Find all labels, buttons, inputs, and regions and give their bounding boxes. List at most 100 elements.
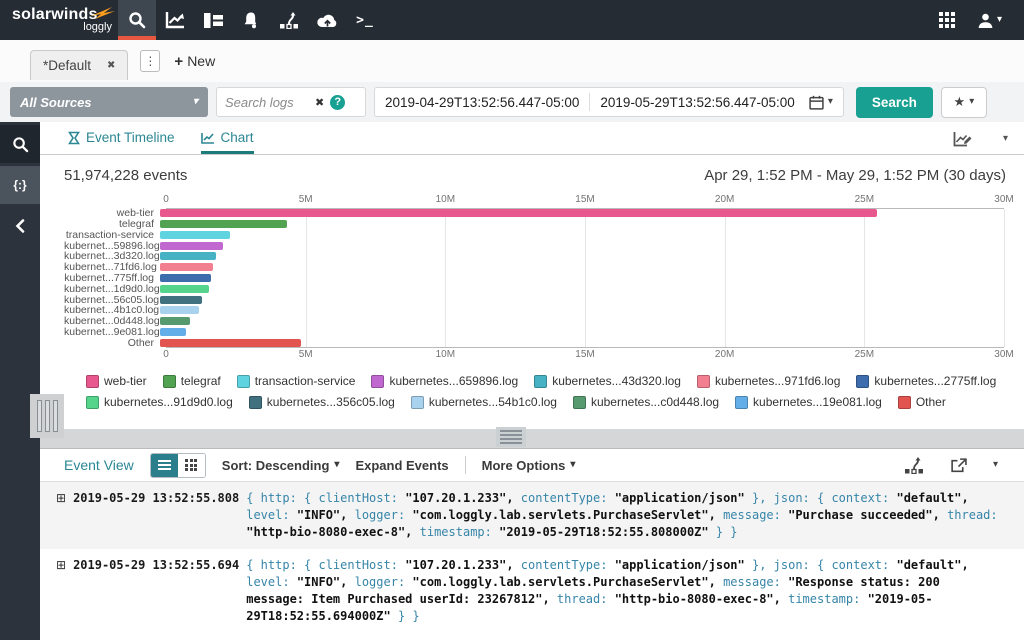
legend-swatch [735, 396, 748, 409]
chart-tab-icon [201, 132, 215, 144]
log-json-key: timestamp: [788, 592, 867, 606]
apps-grid-icon[interactable] [939, 12, 955, 28]
log-entry[interactable]: ⊞ 2019-05-29 13:52:55.808 { http: { clie… [40, 482, 1024, 549]
chart-row: Other [64, 338, 1004, 348]
flame-icon [90, 6, 116, 20]
horizontal-resize-grip[interactable] [30, 394, 64, 438]
chart-bar[interactable] [160, 274, 211, 282]
log-timestamp: 2019-05-29 13:52:55.694 [73, 557, 239, 574]
nav-alerts-bell-icon[interactable] [232, 0, 270, 40]
legend-item[interactable]: web-tier [86, 374, 147, 388]
tab-menu-button[interactable]: ⋮ [140, 50, 160, 72]
expand-events-button[interactable]: Expand Events [355, 458, 448, 473]
chart-bar[interactable] [160, 328, 186, 336]
legend-item[interactable]: kubernetes...54b1c0.log [411, 395, 557, 409]
chart-bar[interactable] [160, 220, 287, 228]
list-view-icon [158, 460, 171, 470]
nav-chart-icon[interactable] [156, 0, 194, 40]
export-icon[interactable] [950, 458, 967, 473]
legend-label: kubernetes...91d9d0.log [104, 395, 233, 409]
log-json-key: logger: [355, 575, 413, 589]
clear-search-icon[interactable]: ✖ [315, 96, 324, 109]
legend-item[interactable]: kubernetes...91d9d0.log [86, 395, 233, 409]
event-options-caret-icon[interactable]: ▾ [993, 460, 998, 470]
expand-icon[interactable]: ⊞ [56, 490, 66, 507]
date-from-value[interactable]: 2019-04-29T13:52:56.447-05:00 [385, 95, 579, 110]
legend-item[interactable]: kubernetes...43d320.log [534, 374, 681, 388]
log-json-key: } } [716, 525, 738, 539]
chart-bar[interactable] [160, 339, 301, 347]
calendar-picker[interactable]: ▾ [809, 95, 833, 110]
saved-searches-button[interactable]: ★ ▾ [941, 87, 987, 118]
chart-bar[interactable] [160, 263, 213, 271]
legend-item[interactable]: kubernetes...2775ff.log [856, 374, 996, 388]
search-button[interactable]: Search [856, 87, 933, 118]
log-json-key: { http: { clientHost: [246, 491, 405, 505]
legend-item[interactable]: Other [898, 395, 946, 409]
tab-event-timeline[interactable]: Event Timeline [68, 122, 175, 154]
grid-view-icon [185, 459, 197, 471]
more-options-dropdown[interactable]: More Options ▾ [482, 458, 576, 473]
search-logs-input[interactable] [225, 95, 309, 110]
chart-rows: web-tiertelegraftransaction-servicekuber… [64, 208, 1004, 348]
nav-dashboards-icon[interactable] [194, 0, 232, 40]
nav-source-setup-icon[interactable] [270, 0, 308, 40]
view-toggle [150, 453, 206, 478]
tab-close-icon[interactable]: ✖ [107, 60, 115, 71]
sort-dropdown[interactable]: Sort: Descending ▾ [222, 458, 340, 473]
legend-label: kubernetes...43d320.log [552, 374, 681, 388]
chart-bar[interactable] [160, 242, 223, 250]
sidebar-search-icon[interactable] [0, 125, 40, 163]
log-entries: ⊞ 2019-05-29 13:52:55.808 { http: { clie… [40, 482, 1024, 633]
chart-bar[interactable] [160, 209, 877, 217]
chart-bar[interactable] [160, 317, 190, 325]
date-to-value[interactable]: 2019-05-29T13:52:56.447-05:00 [600, 95, 794, 110]
log-json-value: "default", [896, 491, 968, 505]
chart-category-label: Other [64, 338, 160, 348]
log-json-key: { http: { clientHost: [246, 558, 405, 572]
chart-row: kubernet...56c05.log [64, 295, 1004, 305]
star-icon: ★ [954, 94, 966, 110]
log-json-value: "application/json" [615, 491, 752, 505]
solarwinds-loggly-logo[interactable]: solarwinds loggly [0, 7, 118, 33]
nav-cloud-upload-icon[interactable] [308, 0, 346, 40]
legend-item[interactable]: kubernetes...19e081.log [735, 395, 882, 409]
legend-item[interactable]: kubernetes...c0d448.log [573, 395, 719, 409]
log-json-value: "application/json" [615, 558, 752, 572]
legend-item[interactable]: kubernetes...659896.log [371, 374, 518, 388]
nav-search-icon[interactable] [118, 0, 156, 40]
legend-item[interactable]: telegraf [163, 374, 221, 388]
chart-bar[interactable] [160, 252, 216, 260]
log-json-value: "2019-05-29T18:52:55.808000Z" [499, 525, 716, 539]
all-sources-dropdown[interactable]: All Sources ▾ [10, 87, 208, 117]
chart-bar[interactable] [160, 231, 230, 239]
tab-default[interactable]: *Default ✖ [30, 50, 128, 80]
legend-item[interactable]: kubernetes...356c05.log [249, 395, 395, 409]
trace-icon[interactable] [904, 456, 924, 474]
events-count: 51,974,228 events [64, 167, 187, 184]
chart-bar[interactable] [160, 285, 209, 293]
legend-item[interactable]: transaction-service [237, 374, 356, 388]
log-json-key: } } [398, 609, 420, 623]
sidebar-collapse-icon[interactable] [0, 207, 40, 245]
log-entry[interactable]: ⊞ 2019-05-29 13:52:55.694 { http: { clie… [40, 549, 1024, 633]
tab-chart[interactable]: Chart [201, 122, 254, 154]
sidebar-json-source-icon[interactable]: {:} [0, 166, 40, 204]
chart-bar[interactable] [160, 296, 202, 304]
new-tab-button[interactable]: + New [174, 53, 215, 70]
help-icon[interactable]: ? [330, 95, 345, 110]
legend-swatch [249, 396, 262, 409]
expand-icon[interactable]: ⊞ [56, 557, 66, 574]
chart-options-caret-icon[interactable]: ▾ [1003, 134, 1008, 144]
chart-bar[interactable] [160, 306, 199, 314]
legend-swatch [697, 375, 710, 388]
log-json-value: "com.loggly.lab.servlets.PurchaseServlet… [412, 508, 723, 522]
chart-bar-area [160, 209, 1004, 217]
list-view-button[interactable] [151, 454, 178, 477]
grid-view-button[interactable] [178, 454, 205, 477]
vertical-resize-grip[interactable] [496, 427, 526, 447]
nav-terminal-icon[interactable]: >_ [346, 0, 384, 40]
legend-item[interactable]: kubernetes...971fd6.log [697, 374, 840, 388]
edit-chart-icon[interactable] [953, 131, 973, 147]
user-menu[interactable]: ▾ [977, 12, 1002, 29]
